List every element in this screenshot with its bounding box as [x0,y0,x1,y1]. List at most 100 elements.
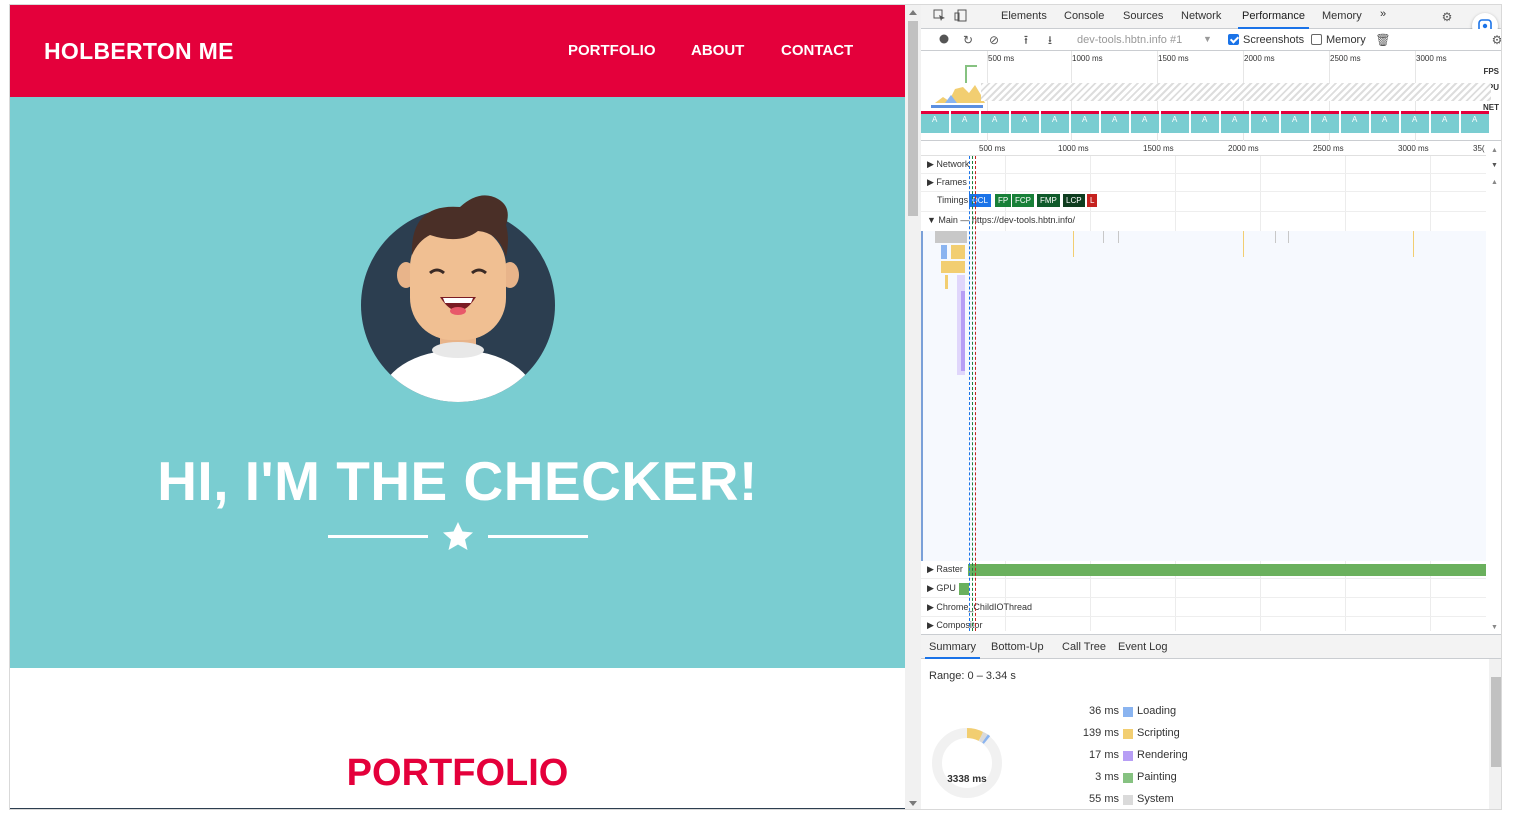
tab-memory[interactable]: Memory [1322,10,1362,22]
ruler-tick: 2000 ms [1228,144,1259,153]
loading-label: Loading [1137,705,1177,717]
navbar: HOLBERTON ME PORTFOLIO ABOUT CONTACT [10,5,905,97]
clear-icon[interactable]: ⊘ [986,32,1002,48]
legend-scripting: 139 ms Scripting [1071,727,1231,743]
timing-fp[interactable]: FP [995,194,1012,207]
brand-logo[interactable]: HOLBERTON ME [44,38,234,65]
nav-link-portfolio[interactable]: PORTFOLIO [568,42,656,59]
device-toolbar-icon[interactable] [952,9,968,25]
tab-sources[interactable]: Sources [1123,10,1163,22]
scroll-down-icon[interactable] [909,801,917,806]
avatar-image [361,195,555,402]
rendering-label: Rendering [1137,749,1188,761]
gpu-track-label[interactable]: ▶ GPU [927,583,956,594]
time-ruler[interactable]: 500 ms 1000 ms 1500 ms 2000 ms 2500 ms 3… [921,142,1486,156]
portfolio-section: PORTFOLIO [10,668,905,809]
frames-track-label[interactable]: ▶ Frames [927,177,967,188]
website-viewport: HOLBERTON ME PORTFOLIO ABOUT CONTACT HI,… [10,5,905,809]
memory-label: Memory [1326,34,1366,46]
dcl-marker-line [969,156,970,631]
tab-network[interactable]: Network [1181,10,1221,22]
target-select[interactable]: dev-tools.hbtn.info #1 [1077,34,1182,46]
nav-link-about[interactable]: ABOUT [691,42,744,59]
legend-rendering: 17 ms Rendering [1071,749,1231,765]
painting-swatch [1123,773,1133,783]
tracks-expand-icon[interactable]: ▲ [1491,179,1498,186]
scripting-swatch [1123,729,1133,739]
screenshots-label: Screenshots [1243,34,1305,46]
chrome-io-track-label[interactable]: ▶ Chrome_ChildIOThread [927,602,1032,613]
ruler-tick: 1000 ms [1058,144,1089,153]
legend-system: 55 ms System [1071,793,1231,809]
timing-load[interactable]: L [1087,194,1098,207]
raster-track-label[interactable]: ▶ Raster [927,564,963,575]
target-dropdown-icon[interactable]: ▼ [1203,34,1212,44]
details-scrollbar[interactable] [1489,659,1501,809]
track-raster[interactable]: ▶ Raster [921,561,1486,579]
loading-swatch [1123,707,1133,717]
settings-gear-icon[interactable]: ⚙ [1439,9,1455,25]
timings-track-label[interactable]: Timings [937,195,968,205]
flame-chart[interactable]: ▶ Network ▶ Frames Timings DCL FP FCP FM… [921,156,1486,631]
network-track-label[interactable]: ▶ Network [927,159,969,170]
tab-call-tree[interactable]: Call Tree [1062,641,1106,653]
details-scrollbar-thumb[interactable] [1491,677,1501,767]
screenshots-checkbox[interactable] [1228,34,1239,45]
page-scrollbar[interactable] [905,5,921,809]
track-timings[interactable]: Timings DCL FP FCP FMP LCP L [921,192,1486,212]
scroll-up-icon[interactable] [909,10,917,15]
track-compositor[interactable]: ▶ Compositor [921,617,1486,635]
tab-summary[interactable]: Summary [924,641,981,659]
cpu-idle-hatch [981,83,1491,101]
track-main[interactable]: ▼ Main — https://dev-tools.hbtn.info/ [921,212,1486,230]
track-chrome-io[interactable]: ▶ Chrome_ChildIOThread [921,599,1486,617]
timing-fcp[interactable]: FCP [1012,194,1034,207]
overview-tick: 500 ms [988,54,1015,63]
overview-tick: 1500 ms [1158,54,1189,63]
tracks-scroll-up-icon[interactable]: ▲ [1491,147,1498,154]
overview-tick: 2000 ms [1244,54,1275,63]
upload-profile-icon[interactable]: ⭱ [1018,32,1034,48]
tab-elements[interactable]: Elements [1001,10,1047,22]
record-icon[interactable] [936,32,952,48]
tab-performance[interactable]: Performance [1238,10,1309,29]
capture-settings-icon[interactable]: ⚙ [1489,32,1501,48]
scrollbar-thumb[interactable] [908,21,918,216]
details-pane: Summary Bottom-Up Call Tree Event Log Ra… [921,634,1501,809]
star-divider [328,522,588,550]
tracks-collapse-icon[interactable]: ▼ [1491,162,1498,169]
screenshot-filmstrip[interactable] [921,111,1501,137]
tracks-scroll-down-icon[interactable]: ▼ [1491,624,1498,631]
overview-tick: 2500 ms [1330,54,1361,63]
reload-record-icon[interactable]: ↻ [960,32,976,48]
timeline-overview[interactable]: 500 ms 1000 ms 1500 ms 2000 ms 2500 ms 3… [921,51,1501,141]
tab-event-log[interactable]: Event Log [1118,641,1168,653]
details-tabbar: Summary Bottom-Up Call Tree Event Log [921,635,1501,659]
raster-activity-bar[interactable] [968,564,1486,576]
cpu-activity-chart [935,85,985,103]
painting-ms: 3 ms [1095,771,1119,783]
timing-lcp[interactable]: LCP [1063,194,1085,207]
nav-link-contact[interactable]: CONTACT [781,42,853,59]
download-profile-icon[interactable]: ⭳ [1042,32,1058,48]
inspect-element-icon[interactable] [931,9,947,25]
timing-fmp[interactable]: FMP [1037,194,1060,207]
track-gpu[interactable]: ▶ GPU [921,580,1486,598]
memory-checkbox[interactable] [1311,34,1322,45]
tracks-scrollbar[interactable]: ▲ ▼ ▲ ▼ [1486,142,1501,631]
tab-console[interactable]: Console [1064,10,1104,22]
loading-ms: 36 ms [1089,705,1119,717]
tab-bottom-up[interactable]: Bottom-Up [991,641,1044,653]
legend-painting: 3 ms Painting [1071,771,1231,787]
ruler-tick: 2500 ms [1313,144,1344,153]
trash-icon[interactable]: 🗑 [1375,32,1391,48]
more-tabs-icon[interactable]: » [1380,8,1386,20]
main-thread-flame[interactable] [921,231,1486,561]
legend-loading: 36 ms Loading [1071,705,1231,721]
overview-tick: 1000 ms [1072,54,1103,63]
main-track-label[interactable]: ▼ Main — https://dev-tools.hbtn.info/ [927,215,1075,225]
track-network[interactable]: ▶ Network [921,156,1486,174]
rendering-ms: 17 ms [1089,749,1119,761]
scripting-ms: 139 ms [1082,727,1119,739]
track-frames[interactable]: ▶ Frames [921,174,1486,192]
